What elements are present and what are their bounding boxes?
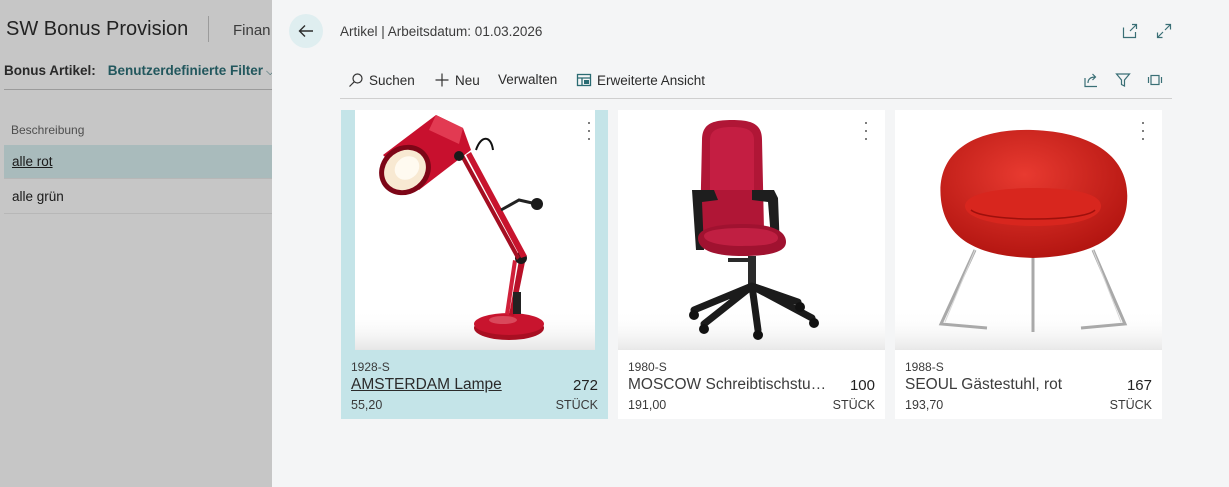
item-unit: STÜCK: [555, 398, 598, 412]
search-icon: [349, 73, 363, 87]
arrow-left-icon: [298, 25, 313, 37]
office-chair-image: [618, 110, 885, 350]
item-quantity: 167: [1126, 377, 1152, 394]
desk-lamp-image: [341, 110, 608, 350]
layout-icon[interactable]: [1146, 71, 1164, 89]
item-name-link[interactable]: AMSTERDAM Lampe: [351, 376, 502, 394]
table-icon: [576, 73, 592, 87]
more-options-icon[interactable]: [584, 122, 594, 140]
new-button-label: Neu: [455, 72, 480, 88]
item-number: 1980-S: [628, 360, 667, 374]
manage-button[interactable]: Verwalten: [498, 72, 557, 87]
action-bar: Suchen Neu Verwalten Erweiterte Ansicht: [340, 62, 1172, 99]
item-unit: STÜCK: [1109, 398, 1152, 412]
dialog-title: Artikel | Arbeitsdatum: 01.03.2026: [340, 24, 543, 39]
manage-button-label: Verwalten: [498, 72, 558, 87]
advanced-view-button[interactable]: Erweiterte Ansicht: [576, 72, 705, 88]
item-name-link[interactable]: SEOUL Gästestuhl, rot: [905, 376, 1062, 394]
item-tile-amsterdam-lamp[interactable]: 1928-S AMSTERDAM Lampe 272 55,20 STÜCK: [341, 110, 608, 419]
item-number: 1928-S: [351, 360, 390, 374]
filter-icon[interactable]: [1114, 71, 1132, 89]
item-price: 191,00: [628, 398, 667, 412]
more-options-icon[interactable]: [1138, 122, 1148, 140]
plus-icon: [435, 73, 449, 87]
item-unit: STÜCK: [832, 398, 875, 412]
item-name-link[interactable]: MOSCOW Schreibtischstuhl...: [628, 376, 828, 394]
item-price: 55,20: [351, 398, 383, 412]
search-button-label: Suchen: [369, 72, 415, 88]
share-icon[interactable]: [1082, 71, 1100, 89]
items-dialog: Artikel | Arbeitsdatum: 01.03.2026 Suche…: [272, 0, 1229, 487]
advanced-view-label: Erweiterte Ansicht: [597, 72, 706, 88]
open-in-new-window-icon[interactable]: [1121, 22, 1139, 40]
item-price: 193,70: [905, 398, 944, 412]
new-button[interactable]: Neu: [434, 72, 480, 88]
item-number: 1988-S: [905, 360, 944, 374]
expand-icon[interactable]: [1155, 22, 1173, 40]
item-quantity: 100: [849, 377, 875, 394]
modal-overlay: [0, 0, 272, 487]
item-quantity: 272: [572, 377, 598, 394]
item-tile-seoul-chair[interactable]: 1988-S SEOUL Gästestuhl, rot 167 193,70 …: [895, 110, 1162, 419]
more-options-icon[interactable]: [861, 122, 871, 140]
lounge-chair-image: [895, 110, 1162, 350]
search-button[interactable]: Suchen: [348, 72, 415, 88]
back-button[interactable]: [289, 14, 323, 48]
item-tile-moscow-chair[interactable]: 1980-S MOSCOW Schreibtischstuhl... 100 1…: [618, 110, 885, 419]
